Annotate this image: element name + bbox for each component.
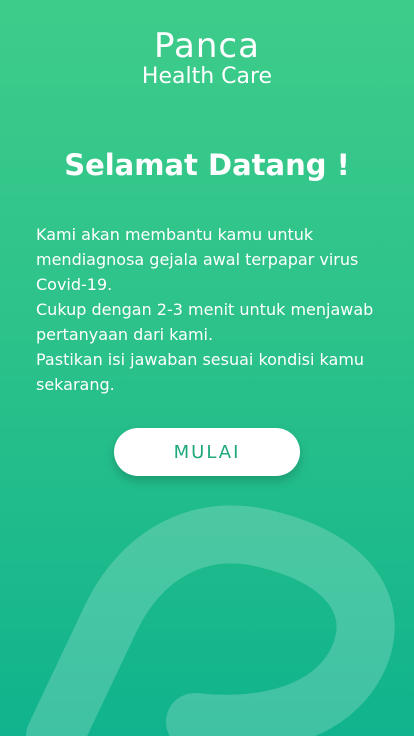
welcome-screen: Panca Health Care Selamat Datang ! Kami … [0,0,414,736]
brand-subtitle: Health Care [141,64,273,89]
start-button[interactable]: MULAI [114,428,300,476]
intro-text: Kami akan membantu kamu untuk mendiagnos… [36,222,382,397]
intro-line: Kami akan membantu kamu untuk mendiagnos… [36,225,359,294]
intro-line: Cukup dengan 2-3 menit untuk menjawab pe… [36,300,374,344]
welcome-title: Selamat Datang ! [64,148,350,182]
intro-line: Pastikan isi jawaban sesuai kondisi kamu… [36,350,365,394]
app-logo: Panca Health Care [0,28,414,90]
brand-name: Panca [154,26,260,66]
